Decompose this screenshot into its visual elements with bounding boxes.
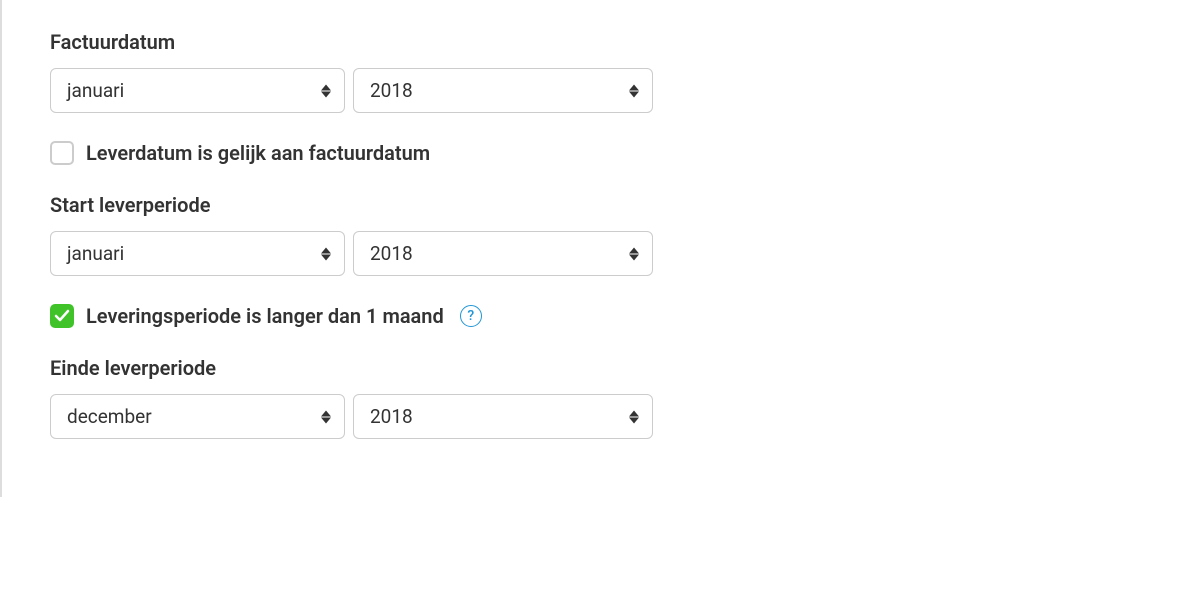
- leveringsperiode-checkbox[interactable]: [50, 304, 74, 328]
- help-icon[interactable]: ?: [460, 305, 482, 327]
- factuurdatum-month-select[interactable]: januari: [50, 68, 345, 113]
- factuurdatum-group: Factuurdatum januari 2018: [50, 30, 1140, 113]
- einde-leverperiode-year-select[interactable]: 2018: [353, 394, 653, 439]
- start-leverperiode-month-select[interactable]: januari: [50, 231, 345, 276]
- factuurdatum-label: Factuurdatum: [50, 30, 1140, 54]
- start-leverperiode-selects: januari 2018: [50, 231, 1140, 276]
- einde-leverperiode-month-wrap: december: [50, 394, 345, 439]
- leverdatum-checkbox[interactable]: [50, 141, 74, 165]
- einde-leverperiode-year-wrap: 2018: [353, 394, 653, 439]
- leverdatum-checkbox-label[interactable]: Leverdatum is gelijk aan factuurdatum: [86, 141, 430, 165]
- einde-leverperiode-group: Einde leverperiode december 2018: [50, 356, 1140, 439]
- factuurdatum-month-wrap: januari: [50, 68, 345, 113]
- start-leverperiode-group: Start leverperiode januari 2018: [50, 193, 1140, 276]
- leverdatum-checkbox-row: Leverdatum is gelijk aan factuurdatum: [50, 141, 1140, 165]
- start-leverperiode-year-select[interactable]: 2018: [353, 231, 653, 276]
- einde-leverperiode-label: Einde leverperiode: [50, 356, 1140, 380]
- check-icon: [54, 308, 70, 324]
- leveringsperiode-checkbox-row: Leveringsperiode is langer dan 1 maand ?: [50, 304, 1140, 328]
- leveringsperiode-checkbox-label[interactable]: Leveringsperiode is langer dan 1 maand: [86, 304, 444, 328]
- start-leverperiode-month-wrap: januari: [50, 231, 345, 276]
- einde-leverperiode-selects: december 2018: [50, 394, 1140, 439]
- factuurdatum-selects: januari 2018: [50, 68, 1140, 113]
- factuurdatum-year-select[interactable]: 2018: [353, 68, 653, 113]
- factuurdatum-year-wrap: 2018: [353, 68, 653, 113]
- start-leverperiode-label: Start leverperiode: [50, 193, 1140, 217]
- start-leverperiode-year-wrap: 2018: [353, 231, 653, 276]
- einde-leverperiode-month-select[interactable]: december: [50, 394, 345, 439]
